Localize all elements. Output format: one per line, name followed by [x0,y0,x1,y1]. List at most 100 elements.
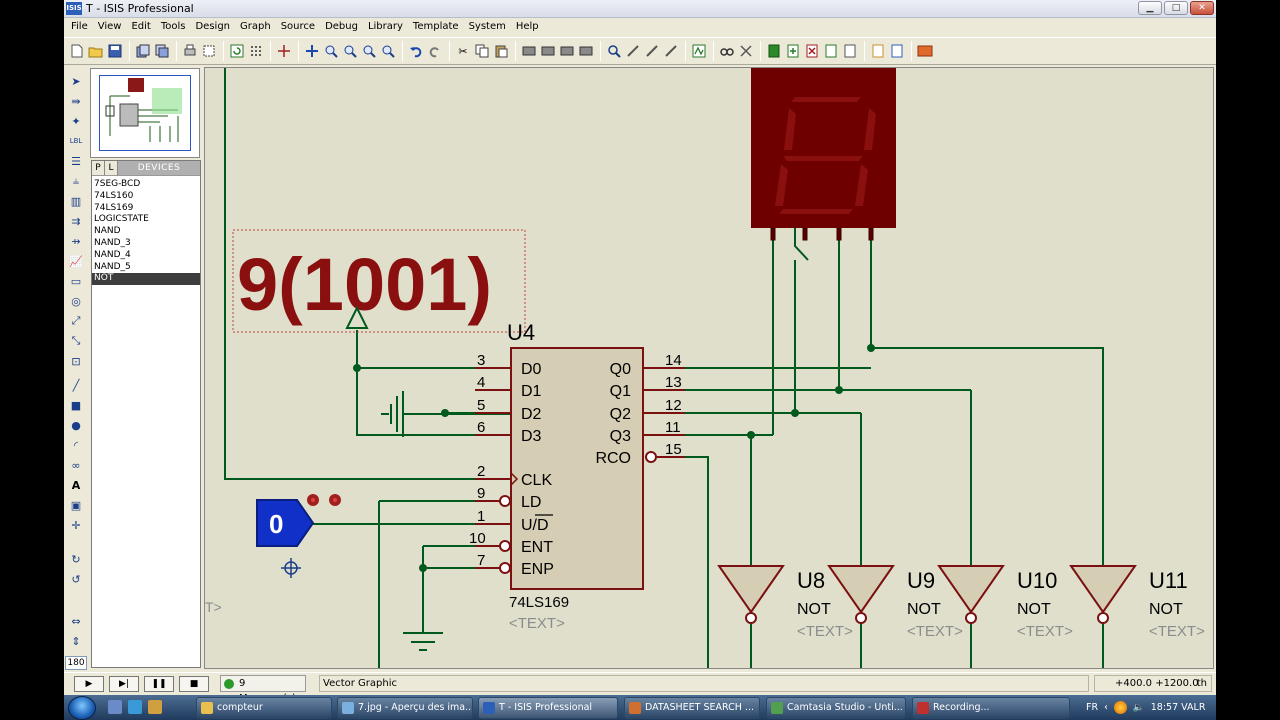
device-item[interactable]: NAND_4 [92,250,200,262]
line-tool-icon[interactable]: ╱ [67,376,85,394]
pick-device-icon[interactable] [605,42,623,60]
menu-design[interactable]: Design [190,19,235,36]
library-manager-tab[interactable]: L [105,161,118,175]
show-desktop-icon[interactable] [108,700,122,714]
selection-mode-icon[interactable]: ➤ [67,72,85,90]
block-rotate-icon[interactable] [558,42,576,60]
rotation-angle-field[interactable]: 180 [65,656,87,670]
block-move-icon[interactable] [539,42,557,60]
print-area-icon[interactable] [200,42,218,60]
import-icon[interactable] [134,42,152,60]
taskbar-item[interactable]: Recording... [912,697,1070,719]
open-folder-icon[interactable] [87,42,105,60]
block-copy-icon[interactable] [520,42,538,60]
device-item[interactable]: NAND_5 [92,262,200,274]
menu-source[interactable]: Source [276,19,320,36]
mirror-vertical-icon[interactable]: ⇕ [67,632,85,650]
subcircuit-icon[interactable]: ▥ [67,192,85,210]
recording-tray-icon[interactable] [1113,701,1127,714]
internet-explorer-icon[interactable] [128,700,142,714]
ares-icon[interactable] [916,42,934,60]
device-pins-icon[interactable]: ⇸ [67,232,85,250]
refresh-icon[interactable] [228,42,246,60]
device-item[interactable]: 7SEG-BCD [92,179,200,191]
menu-edit[interactable]: Edit [126,19,155,36]
junction-dot-icon[interactable]: ✦ [67,112,85,130]
device-item[interactable]: LOGICSTATE [92,214,200,226]
menu-file[interactable]: File [66,19,93,36]
device-item[interactable]: 74LS160 [92,191,200,203]
netlist-icon[interactable] [869,42,887,60]
electrical-rules-icon[interactable] [888,42,906,60]
mirror-horizontal-icon[interactable]: ⇔ [67,612,85,630]
new-file-icon[interactable] [68,42,86,60]
device-item[interactable]: NAND_3 [92,238,200,250]
menu-debug[interactable]: Debug [320,19,363,36]
maximize-button[interactable]: □ [1164,1,1188,15]
origin-icon[interactable] [275,42,293,60]
taskbar-item[interactable]: compteur [196,697,332,719]
menu-graph[interactable]: Graph [235,19,276,36]
menu-system[interactable]: System [464,19,511,36]
redo-icon[interactable] [426,42,444,60]
voltage-probe-icon[interactable]: ⤢ [67,312,85,330]
schematic-canvas[interactable]: 9(1001) U4 74LS169 <TEXT> 3 4 5 6 2 9 1 … [204,67,1214,669]
undo-icon[interactable] [407,42,425,60]
device-item[interactable]: 74LS169 [92,203,200,215]
marker-tool-icon[interactable]: ✛ [67,516,85,534]
search-tag-icon[interactable] [718,42,736,60]
save-icon[interactable] [106,42,124,60]
stop-button[interactable]: ■ [179,676,209,692]
menu-help[interactable]: Help [511,19,544,36]
exit-parent-icon[interactable] [822,42,840,60]
virtual-instruments-icon[interactable]: ⊡ [67,352,85,370]
text-tool-icon[interactable]: A [67,476,85,494]
overview-window[interactable] [90,68,200,158]
menu-library[interactable]: Library [363,19,408,36]
property-assign-icon[interactable] [737,42,755,60]
remove-sheet-icon[interactable] [803,42,821,60]
taskbar-item[interactable]: Camtasia Studio - Unti... [766,697,906,719]
tape-recorder-icon[interactable]: ▭ [67,272,85,290]
messages-indicator[interactable]: 9 Message(s) [220,675,306,704]
tray-expand-icon[interactable]: ‹ [1104,702,1108,713]
copy-icon[interactable] [473,42,491,60]
minimize-button[interactable]: ▁ [1138,1,1162,15]
language-indicator[interactable]: FR [1086,702,1098,713]
zoom-all-icon[interactable] [360,42,378,60]
terminals-icon[interactable]: ⇉ [67,212,85,230]
zoom-out-icon[interactable] [341,42,359,60]
current-probe-icon[interactable]: ⤡ [67,332,85,350]
step-button[interactable]: ▶| [109,676,139,692]
path-tool-icon[interactable]: ∞ [67,456,85,474]
close-button[interactable]: ✕ [1190,1,1214,15]
text-script-icon[interactable]: ☰ [67,152,85,170]
make-device-icon[interactable] [624,42,642,60]
export-icon[interactable] [153,42,171,60]
new-sheet-icon[interactable] [765,42,783,60]
overview-viewport[interactable] [99,75,191,151]
device-item-selected[interactable]: NOT [92,273,200,286]
zoom-in-icon[interactable] [322,42,340,60]
wire-autorouter-icon[interactable] [690,42,708,60]
box-tool-icon[interactable]: ■ [67,396,85,414]
bill-of-materials-icon[interactable] [841,42,859,60]
volume-icon[interactable]: 🔈 [1133,702,1145,713]
menu-view[interactable]: View [93,19,127,36]
cut-icon[interactable]: ✂ [454,42,472,60]
component-mode-icon[interactable]: ⇛ [67,92,85,110]
graph-icon[interactable]: 📈 [67,252,85,270]
generator-icon[interactable]: ◎ [67,292,85,310]
taskbar-item-active[interactable]: T - ISIS Professional [478,697,618,719]
rotate-clockwise-icon[interactable]: ↻ [67,550,85,568]
zoom-area-icon[interactable] [379,42,397,60]
start-button[interactable] [68,696,96,720]
pause-button[interactable]: ❚❚ [144,676,174,692]
menu-template[interactable]: Template [408,19,464,36]
circle-tool-icon[interactable]: ● [67,416,85,434]
add-sheet-icon[interactable] [784,42,802,60]
symbol-tool-icon[interactable]: ▣ [67,496,85,514]
print-icon[interactable] [181,42,199,60]
menu-tools[interactable]: Tools [156,19,191,36]
grid-icon[interactable] [247,42,265,60]
